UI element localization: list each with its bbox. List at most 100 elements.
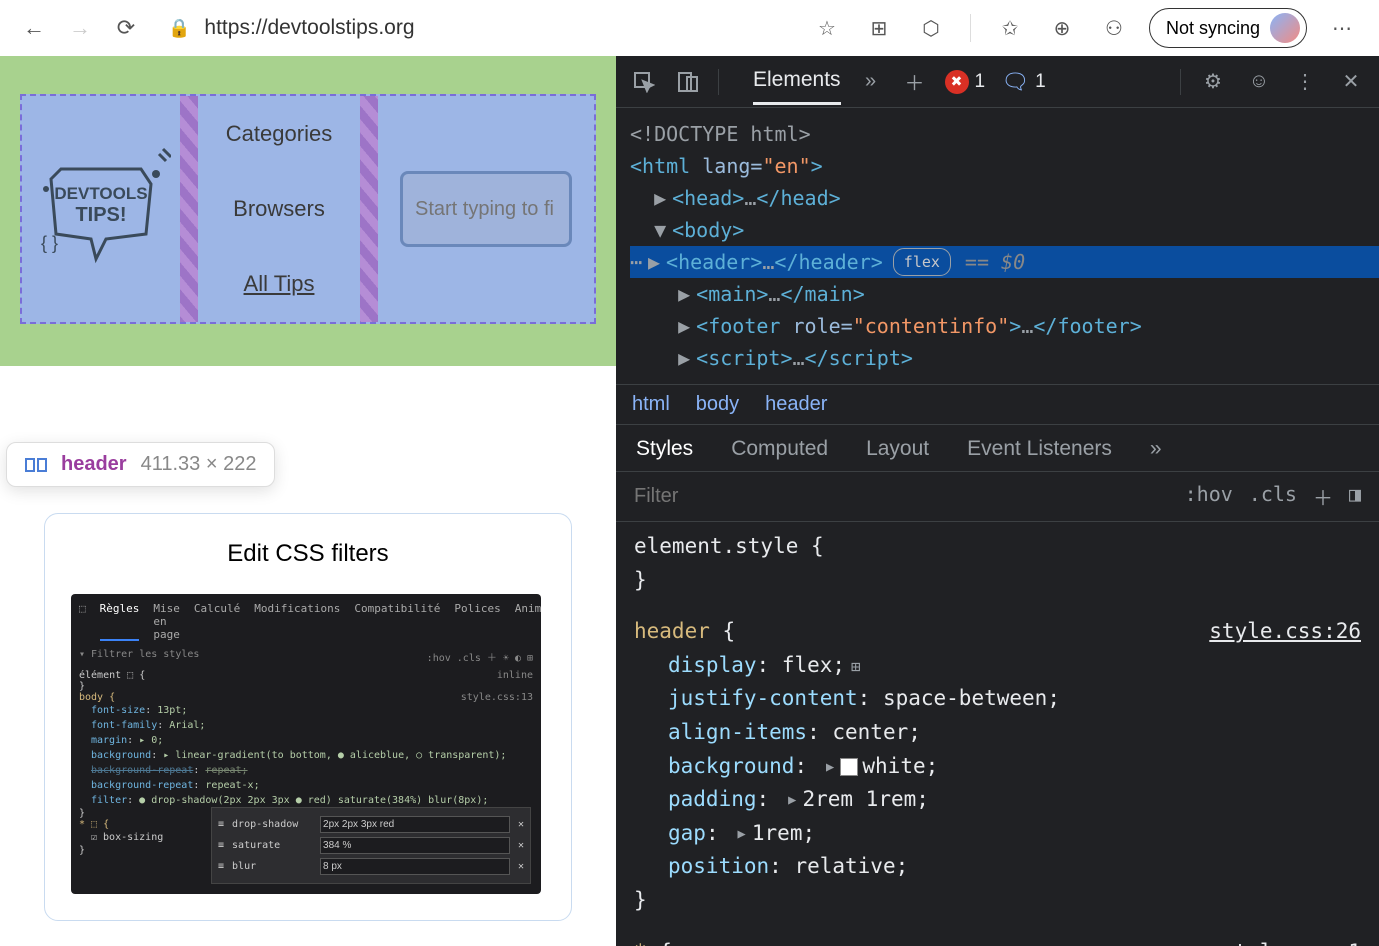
css-declaration[interactable]: justify-content: space-between;: [634, 682, 1361, 716]
forward-button[interactable]: →: [66, 14, 94, 42]
expand-icon[interactable]: ▶: [678, 342, 696, 374]
sync-label: Not syncing: [1166, 18, 1260, 39]
dom-head[interactable]: ▶<head>…</head>: [630, 182, 1379, 214]
more-icon[interactable]: ⋯: [1325, 11, 1359, 45]
refresh-button[interactable]: ⟳: [112, 14, 140, 42]
expand-icon[interactable]: ▶: [648, 246, 666, 278]
css-declaration[interactable]: align-items: center;: [634, 716, 1361, 750]
styles-tabs: Styles Computed Layout Event Listeners »: [616, 424, 1379, 471]
collections-icon[interactable]: ⊕: [1045, 11, 1079, 45]
menu-icon[interactable]: ⋮: [1291, 68, 1319, 96]
dom-script[interactable]: ▶<script>…</script>: [630, 342, 1379, 374]
css-declaration[interactable]: gap: ▸1rem;: [634, 817, 1361, 851]
dom-tree[interactable]: <!DOCTYPE html> <html lang="en"> ▶<head>…: [616, 108, 1379, 384]
more-tabs-icon[interactable]: »: [857, 68, 885, 96]
message-badge[interactable]: 🗨 1: [1001, 69, 1046, 95]
url-text: https://devtoolstips.org: [204, 16, 414, 40]
svg-text:TIPS!: TIPS!: [75, 204, 126, 226]
dom-doctype[interactable]: <!DOCTYPE html>: [630, 118, 1379, 150]
inspect-icon[interactable]: [630, 68, 658, 96]
add-tab-icon[interactable]: ＋: [901, 68, 929, 96]
dom-footer[interactable]: ▶<footer role="contentinfo">…</footer>: [630, 310, 1379, 342]
dom-main[interactable]: ▶<main>…</main>: [630, 278, 1379, 310]
settings-icon[interactable]: ⚙: [1199, 68, 1227, 96]
css-declaration[interactable]: padding: ▸2rem 1rem;: [634, 783, 1361, 817]
element-tooltip: header 411.33 × 222: [6, 442, 275, 487]
tip-card[interactable]: Edit CSS filters ⬚ Règles Mise en page C…: [44, 513, 572, 921]
extensions-icon[interactable]: ⬡: [914, 11, 948, 45]
separator: [970, 14, 971, 42]
search-input[interactable]: [400, 171, 572, 247]
devtools-tips-logo: DEVTOOLS TIPS! { }: [31, 139, 171, 279]
favorites-bar-icon[interactable]: ✩: [993, 11, 1027, 45]
close-icon[interactable]: ✕: [1337, 68, 1365, 96]
crumb-header[interactable]: header: [765, 393, 827, 416]
crumb-html[interactable]: html: [632, 393, 670, 416]
collapse-icon[interactable]: ▼: [654, 214, 672, 246]
expand-icon[interactable]: ▶: [654, 182, 672, 214]
search-cell: [378, 96, 594, 322]
css-declaration[interactable]: background: ▸white;: [634, 750, 1361, 784]
styles-filter-input[interactable]: [634, 485, 1171, 508]
styles-filter-row: :hov .cls ＋ ◨: [616, 471, 1379, 521]
address-bar[interactable]: 🔒 https://devtoolstips.org: [158, 16, 792, 40]
preview-tabs: ⬚ Règles Mise en page Calculé Modificati…: [79, 602, 533, 641]
back-button[interactable]: ←: [20, 14, 48, 42]
nav-browsers[interactable]: Browsers: [233, 196, 325, 222]
source-link[interactable]: style.css:26: [1209, 615, 1361, 649]
tab-elements[interactable]: Elements: [753, 58, 841, 105]
nav-categories[interactable]: Categories: [226, 121, 332, 147]
expand-icon[interactable]: ▶: [678, 278, 696, 310]
add-rule-icon[interactable]: ＋: [1313, 482, 1333, 511]
css-rule[interactable]: * {style.css:1box-sizing: border-box;}: [634, 936, 1361, 946]
browser-toolbar: ← → ⟳ 🔒 https://devtoolstips.org ☆ ⊞ ⬡ ✩…: [0, 0, 1379, 56]
devtools-toolbar: Elements » ＋ ✖ 1 🗨 1 ⚙ ☺ ⋮ ✕: [616, 56, 1379, 108]
error-icon: ✖: [945, 70, 969, 94]
tab-styles[interactable]: Styles: [636, 437, 693, 471]
element-style-rule[interactable]: element.style { }: [634, 530, 1361, 597]
css-declaration[interactable]: display: flex;⊞: [634, 649, 1361, 683]
more-tabs-icon[interactable]: »: [1150, 437, 1162, 471]
nav-all-tips[interactable]: All Tips: [244, 271, 315, 297]
flex-badge[interactable]: flex: [893, 248, 951, 276]
lock-icon: 🔒: [168, 18, 190, 39]
hov-toggle[interactable]: :hov: [1185, 482, 1233, 511]
tip-card-title: Edit CSS filters: [71, 540, 545, 568]
dom-body[interactable]: ▼<body>: [630, 214, 1379, 246]
app-icon[interactable]: ⊞: [862, 11, 896, 45]
css-rule[interactable]: header {style.css:26display: flex;⊞justi…: [634, 615, 1361, 917]
tab-computed[interactable]: Computed: [731, 437, 828, 471]
tooltip-dimensions: 411.33 × 222: [141, 453, 257, 476]
flex-icon: [25, 454, 47, 476]
device-icon[interactable]: [674, 68, 702, 96]
breadcrumb: html body header: [616, 384, 1379, 424]
crumb-body[interactable]: body: [696, 393, 739, 416]
styles-pane[interactable]: element.style { } header {style.css:26di…: [616, 521, 1379, 946]
devtools-panel: Elements » ＋ ✖ 1 🗨 1 ⚙ ☺ ⋮ ✕ <!DOCTYPE h…: [616, 56, 1379, 946]
cls-toggle[interactable]: .cls: [1249, 482, 1297, 511]
favorite-button[interactable]: ☆: [810, 11, 844, 45]
expand-icon[interactable]: ▶: [678, 310, 696, 342]
tip-card-preview: ⬚ Règles Mise en page Calculé Modificati…: [71, 594, 541, 894]
svg-text:DEVTOOLS: DEVTOOLS: [54, 184, 147, 203]
source-link[interactable]: style.css:1: [1222, 936, 1361, 946]
page-header-area: DEVTOOLS TIPS! { } Categories Browsers A…: [0, 56, 616, 366]
tab-event-listeners[interactable]: Event Listeners: [967, 437, 1112, 471]
profile-icon[interactable]: ⚇: [1097, 11, 1131, 45]
tooltip-element-name: header: [61, 453, 127, 476]
nav-menu: Categories Browsers All Tips: [198, 96, 378, 322]
tab-layout[interactable]: Layout: [866, 437, 929, 471]
inspected-header: DEVTOOLS TIPS! { } Categories Browsers A…: [20, 94, 596, 324]
feedback-icon[interactable]: ☺: [1245, 68, 1273, 96]
sync-pill[interactable]: Not syncing: [1149, 8, 1307, 48]
toggle-sidebar-icon[interactable]: ◨: [1349, 482, 1361, 511]
error-badge[interactable]: ✖ 1: [945, 70, 986, 94]
css-declaration[interactable]: position: relative;: [634, 850, 1361, 884]
filter-popup: ≡drop-shadow✕≡saturate✕≡blur✕: [211, 807, 531, 884]
avatar: [1270, 13, 1300, 43]
page-viewport: DEVTOOLS TIPS! { } Categories Browsers A…: [0, 56, 616, 946]
dom-header-selected[interactable]: ⋯ ▶<header>…</header>flex== $0: [630, 246, 1379, 278]
dom-html[interactable]: <html lang="en">: [630, 150, 1379, 182]
logo-cell: DEVTOOLS TIPS! { }: [22, 96, 198, 322]
svg-text:{ }: { }: [41, 233, 58, 253]
